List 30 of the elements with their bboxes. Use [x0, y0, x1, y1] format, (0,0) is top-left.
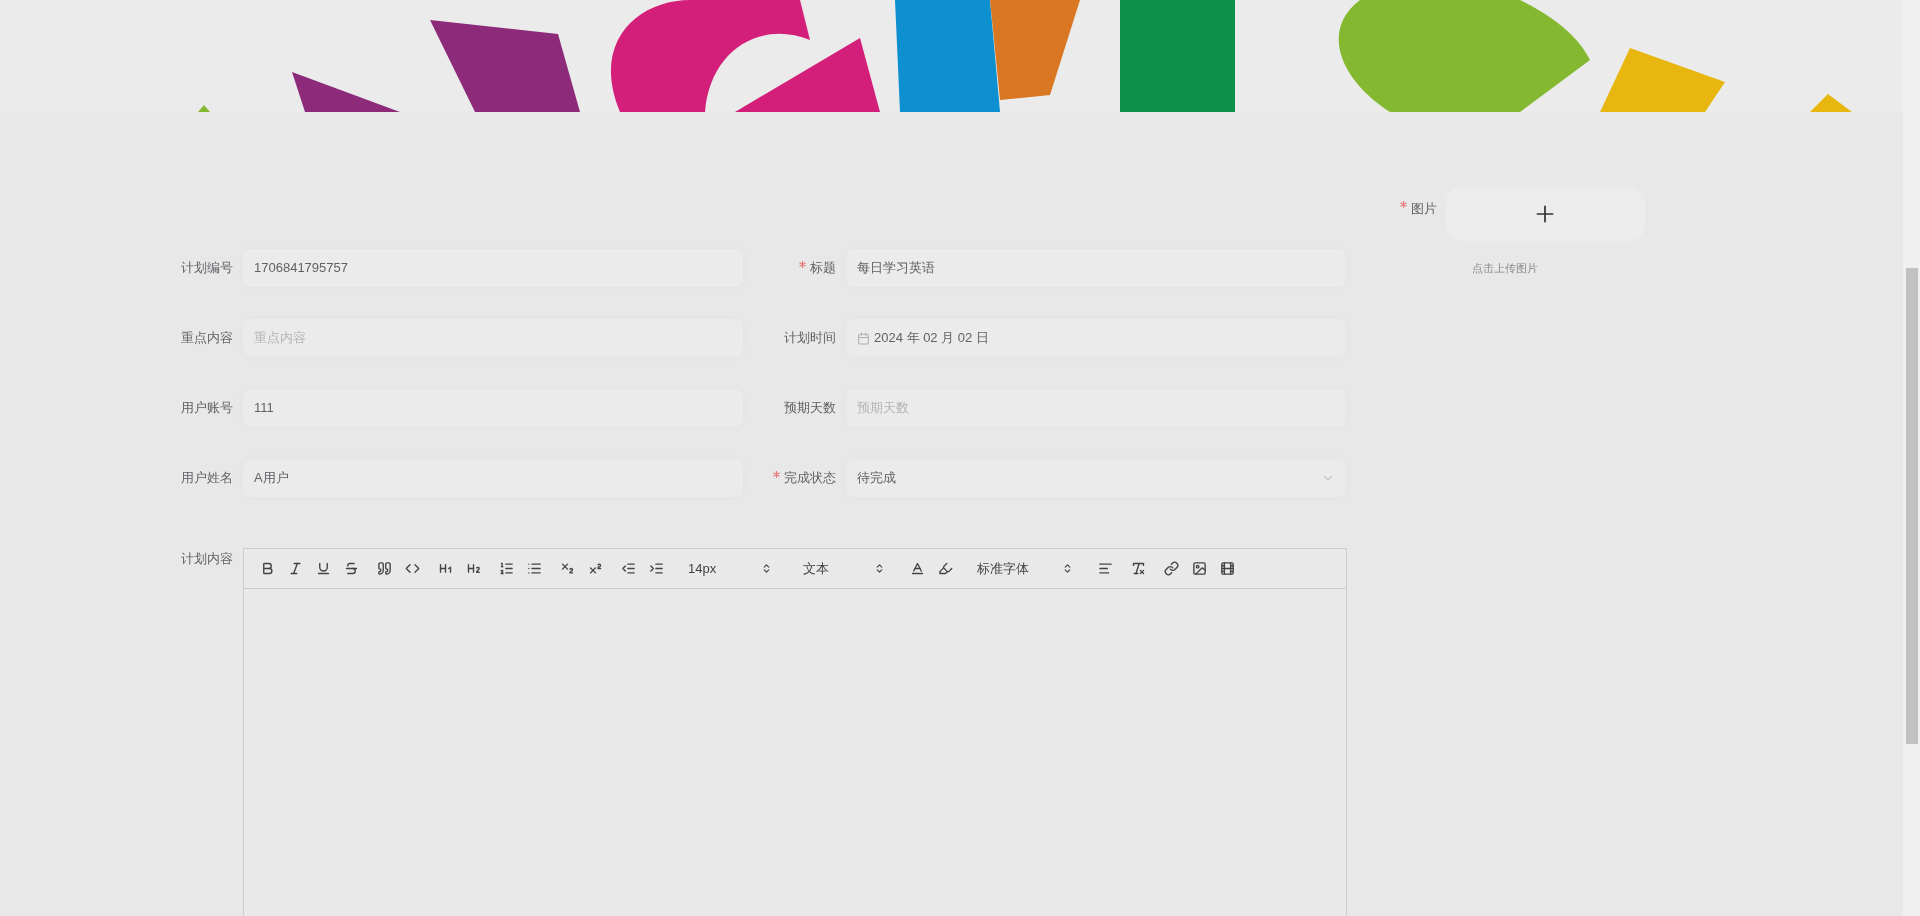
upload-hint: 点击上传图片	[1472, 261, 1538, 276]
field-label: 计划内容	[181, 550, 233, 568]
toolbar-picker[interactable]: 文本	[795, 556, 893, 581]
rich-text-editor[interactable]: 14px 文本 标准字体	[243, 548, 1347, 916]
up-down-arrows-icon	[761, 563, 772, 574]
field-label: 图片	[1411, 200, 1437, 218]
field-value: A用户	[254, 469, 289, 488]
image-icon[interactable]	[1190, 559, 1208, 578]
toolbar-picker[interactable]: 14px	[680, 556, 780, 581]
field-value: 111	[254, 399, 274, 418]
field-value: 1706841795757	[254, 259, 348, 278]
toolbar-picker[interactable]: 标准字体	[969, 556, 1081, 581]
field-value: 待完成	[857, 469, 896, 488]
field-label: 用户姓名	[181, 469, 233, 488]
up-down-arrows-icon	[1062, 563, 1073, 574]
field-label: 计划编号	[181, 259, 233, 278]
field-label: 用户账号	[181, 399, 233, 418]
field-label: 重点内容	[181, 329, 233, 348]
field-label: 完成状态	[784, 469, 836, 488]
field-label: 预期天数	[784, 399, 836, 418]
up-down-arrows-icon	[874, 563, 885, 574]
quote-icon[interactable]	[375, 559, 393, 578]
field-label: 计划时间	[784, 329, 836, 348]
field-label: 标题	[810, 259, 836, 278]
field-value: 每日学习英语	[857, 259, 935, 278]
link-icon[interactable]	[1162, 559, 1180, 578]
scrollbar[interactable]	[1903, 0, 1920, 916]
field-value: 2024 年 02 月 02 日	[874, 329, 989, 348]
calendar-icon	[857, 331, 870, 345]
video-icon[interactable]	[1218, 559, 1236, 578]
